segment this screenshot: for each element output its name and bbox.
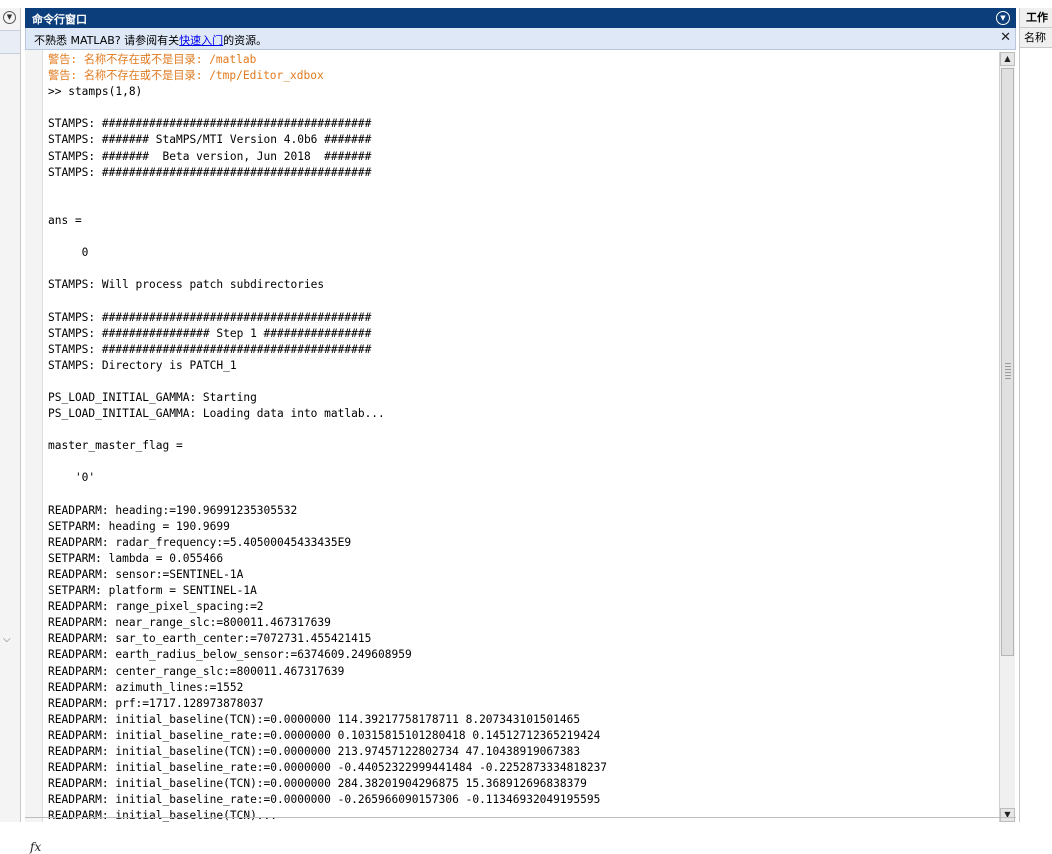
output-line: PS_LOAD_INITIAL_GAMMA: Starting [48, 390, 257, 404]
output-line: STAMPS: ####### Beta version, Jun 2018 #… [48, 149, 372, 163]
output-line: ans = [48, 213, 82, 227]
command-window-title-bar: 命令行窗口 ▼ [25, 8, 1016, 28]
scroll-up-arrow-icon[interactable]: ▲ [1000, 52, 1015, 66]
output-line: 0 [48, 246, 89, 260]
output-line: STAMPS: Will process patch subdirectorie… [48, 278, 325, 292]
output-line: READPARM: sensor:=SENTINEL-1A [48, 568, 244, 581]
output-line: READPARM: sar_to_earth_center:=7072731.4… [48, 632, 372, 646]
scrollbar-thumb[interactable] [1001, 68, 1014, 656]
output-line: >> stamps(1,8) [48, 85, 143, 99]
vertical-scrollbar[interactable]: ▲ ▼ [999, 52, 1015, 822]
output-line: STAMPS: ################################… [48, 165, 372, 179]
close-icon[interactable]: ✕ [1000, 30, 1011, 45]
output-line: READPARM: range_pixel_spacing:=2 [48, 600, 264, 614]
output-line: STAMPS: ################################… [48, 310, 372, 324]
function-fx-icon[interactable]: fx [30, 840, 41, 854]
output-line: STAMPS: ####### StaMPS/MTI Version 4.0b6… [48, 133, 372, 147]
output-line: PS_LOAD_INITIAL_GAMMA: Loading data into… [48, 407, 385, 421]
notice-text-before: 不熟悉 MATLAB? 请参阅有关 [34, 34, 180, 47]
output-line: '0' [48, 471, 96, 485]
output-line: READPARM: initial_baseline_rate:=0.00000… [48, 761, 608, 775]
scroll-down-arrow-icon[interactable]: ▼ [1000, 808, 1015, 822]
left-panel-header [0, 30, 20, 54]
workspace-title: 工作 [1020, 8, 1052, 28]
output-line: STAMPS: ################ Step 1 ########… [48, 326, 372, 340]
output-line: STAMPS: ################################… [48, 342, 372, 356]
divider [25, 817, 1016, 818]
workspace-panel: 工作 名称 [1019, 8, 1052, 822]
chevron-circle-down-icon[interactable]: ▼ [996, 11, 1010, 25]
output-line: READPARM: earth_radius_below_sensor:=637… [48, 648, 412, 662]
left-panel-strip: ▼ ⌵ [0, 8, 21, 822]
scrollbar-grip [1005, 363, 1011, 381]
output-line: READPARM: radar_frequency:=5.40500045433… [48, 535, 352, 549]
quick-start-link[interactable]: 快速入门 [179, 34, 223, 47]
output-line: master_master_flag = [48, 439, 183, 453]
workspace-column-name[interactable]: 名称 [1020, 28, 1052, 48]
output-line: READPARM: heading:=190.96991235305532 [48, 503, 298, 517]
output-line: READPARM: azimuth_lines:=1552 [48, 680, 244, 694]
output-line: READPARM: initial_baseline(TCN)... [48, 809, 278, 822]
warning-line: 警告: 名称不存在或不是目录: /tmp/Editor_xdbox [48, 69, 324, 83]
output-line: READPARM: initial_baseline(TCN):=0.00000… [48, 745, 581, 759]
warning-line: 警告: 名称不存在或不是目录: /matlab [48, 53, 257, 66]
output-line: SETPARM: heading = 190.9699 [48, 519, 230, 533]
command-output[interactable]: 警告: 名称不存在或不是目录: /matlab 警告: 名称不存在或不是目录: /… [48, 52, 998, 822]
output-line: READPARM: initial_baseline_rate:=0.00000… [48, 728, 601, 742]
output-line: READPARM: prf:=1717.128973878037 [48, 696, 264, 710]
output-line: READPARM: center_range_slc:=800011.46731… [48, 664, 345, 678]
output-line: READPARM: initial_baseline(TCN):=0.00000… [48, 777, 587, 791]
output-line: READPARM: initial_baseline(TCN):=0.00000… [48, 712, 581, 726]
command-gutter: fx [25, 50, 43, 854]
chevron-circle-down-icon[interactable]: ▼ [3, 11, 16, 24]
output-line: STAMPS: Directory is PATCH_1 [48, 358, 237, 372]
command-window-title: 命令行窗口 [32, 13, 87, 26]
notice-text: 不熟悉 MATLAB? 请参阅有关快速入门的资源。 [34, 32, 267, 48]
output-line: STAMPS: ################################… [48, 117, 372, 131]
notice-text-after: 的资源。 [223, 34, 268, 47]
output-line: READPARM: near_range_slc:=800011.4673176… [48, 616, 331, 630]
output-line: SETPARM: lambda = 0.055466 [48, 551, 224, 565]
output-line: SETPARM: platform = SENTINEL-1A [48, 584, 257, 598]
getting-started-notice: 不熟悉 MATLAB? 请参阅有关快速入门的资源。 ✕ [25, 28, 1016, 50]
output-line: READPARM: initial_baseline_rate:=0.00000… [48, 793, 601, 807]
chevron-down-icon[interactable]: ⌵ [3, 634, 11, 645]
command-window: 命令行窗口 ▼ 不熟悉 MATLAB? 请参阅有关快速入门的资源。 ✕ fx 警… [25, 8, 1016, 854]
